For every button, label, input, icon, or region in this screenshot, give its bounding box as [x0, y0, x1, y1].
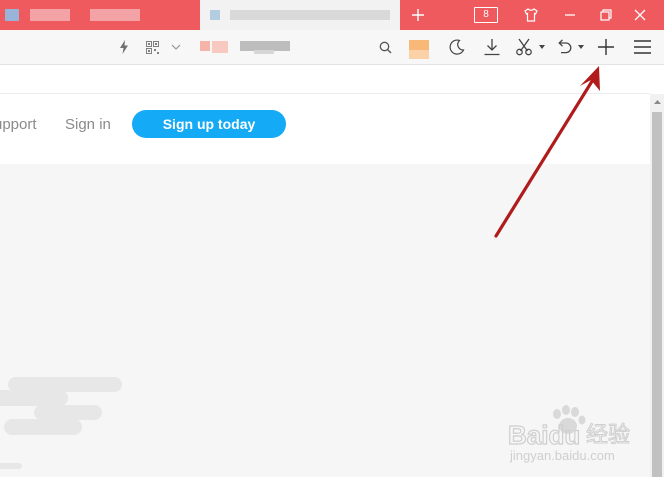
- menu-icon: [633, 40, 651, 54]
- decorative-cloud: [0, 390, 68, 406]
- search-button[interactable]: [376, 30, 394, 64]
- chevron-down-icon: [171, 44, 181, 50]
- add-button[interactable]: [594, 30, 618, 64]
- minimize-button[interactable]: [558, 0, 582, 30]
- tab-title-blurred: [90, 9, 140, 21]
- decorative-cloud: [34, 405, 102, 420]
- skin-icon: [524, 8, 538, 22]
- baidu-watermark: Baidu 经验 jingyan.baidu.com: [507, 405, 631, 463]
- speed-mode-button[interactable]: [116, 30, 132, 64]
- close-icon: [634, 9, 646, 21]
- decorative-cloud: [0, 463, 22, 469]
- close-button[interactable]: [628, 0, 652, 30]
- search-icon: [379, 41, 391, 53]
- skin-button[interactable]: [519, 0, 543, 30]
- tab-count-icon: 8: [474, 7, 498, 23]
- plus-icon: [598, 39, 614, 55]
- screenshot-dropdown[interactable]: [537, 30, 547, 64]
- qr-code-button[interactable]: [143, 30, 161, 64]
- sign-up-button[interactable]: Sign up today: [132, 110, 286, 138]
- decorative-cloud: [4, 419, 82, 435]
- main-menu-button[interactable]: [630, 30, 654, 64]
- bookmark-bar: [0, 65, 650, 94]
- moon-icon: [449, 39, 465, 55]
- maximize-icon: [600, 9, 612, 21]
- address-dropdown[interactable]: [168, 30, 184, 64]
- extension-thumbnail[interactable]: [409, 40, 429, 59]
- maximize-button[interactable]: [594, 0, 618, 30]
- scroll-up-button[interactable]: [650, 94, 664, 110]
- sign-in-link[interactable]: Sign in: [65, 116, 111, 133]
- lightning-icon: [120, 40, 128, 54]
- tab-favicon: [5, 9, 19, 21]
- minimize-icon: [565, 14, 575, 16]
- tab-title-blurred: [30, 9, 70, 21]
- download-icon: [484, 39, 500, 56]
- watermark-url: jingyan.baidu.com: [509, 448, 615, 463]
- tab-active[interactable]: [200, 0, 400, 30]
- undo-close-button[interactable]: [553, 30, 575, 64]
- tab-count-button[interactable]: 8: [473, 0, 499, 30]
- download-button[interactable]: [481, 30, 503, 64]
- tab-title-blurred: [230, 10, 390, 20]
- chevron-down-icon: [578, 45, 584, 49]
- screenshot-button[interactable]: [513, 30, 535, 64]
- new-tab-button[interactable]: [405, 0, 431, 30]
- night-mode-button[interactable]: [446, 30, 468, 64]
- support-link[interactable]: upport: [0, 116, 37, 133]
- address-text-blurred: [254, 50, 274, 54]
- undo-icon: [558, 39, 572, 54]
- new-tab-icon: [412, 9, 424, 21]
- address-text-blurred: [200, 41, 210, 51]
- qr-code-icon: [145, 40, 159, 54]
- scissors-icon: [516, 38, 532, 56]
- address-text-blurred: [212, 41, 228, 53]
- chevron-down-icon: [539, 45, 545, 49]
- tab-favicon: [210, 10, 220, 20]
- watermark-brand: Baidu: [508, 420, 580, 450]
- chevron-up-icon: [653, 100, 661, 104]
- undo-dropdown[interactable]: [576, 30, 586, 64]
- watermark-brand-cn: 经验: [586, 423, 630, 448]
- tab-inactive[interactable]: [0, 0, 200, 30]
